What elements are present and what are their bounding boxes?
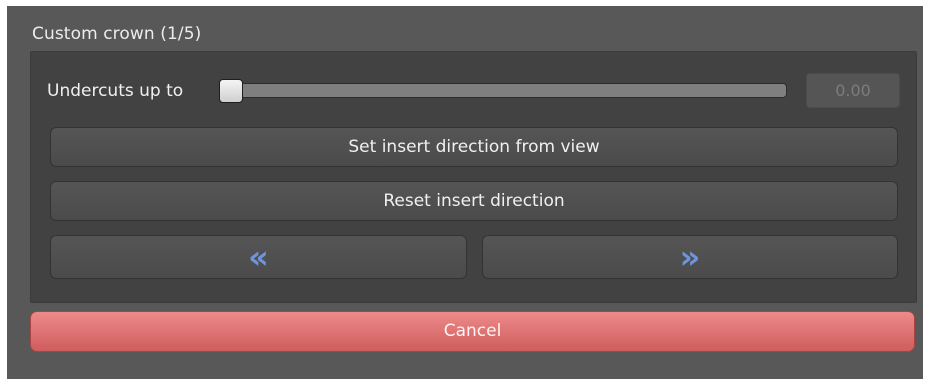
custom-crown-panel: Custom crown (1/5) Undercuts up to 0.00 … [7, 6, 923, 379]
set-insert-direction-button[interactable]: Set insert direction from view [50, 127, 898, 167]
insert-direction-group: Undercuts up to 0.00 Set insert directio… [30, 51, 917, 303]
undercuts-label: Undercuts up to [47, 81, 184, 101]
next-button[interactable]: » [482, 235, 898, 279]
undercut-value-field: 0.00 [806, 73, 900, 108]
reset-insert-direction-button[interactable]: Reset insert direction [50, 181, 898, 221]
previous-button[interactable]: « [50, 235, 467, 279]
double-chevron-left-icon: « [248, 238, 269, 276]
double-chevron-right-icon: » [679, 238, 701, 276]
undercut-slider-handle[interactable] [219, 79, 243, 103]
undercut-slider-track[interactable] [219, 83, 787, 98]
cancel-button[interactable]: Cancel [30, 311, 915, 352]
panel-title: Custom crown (1/5) [32, 24, 202, 44]
